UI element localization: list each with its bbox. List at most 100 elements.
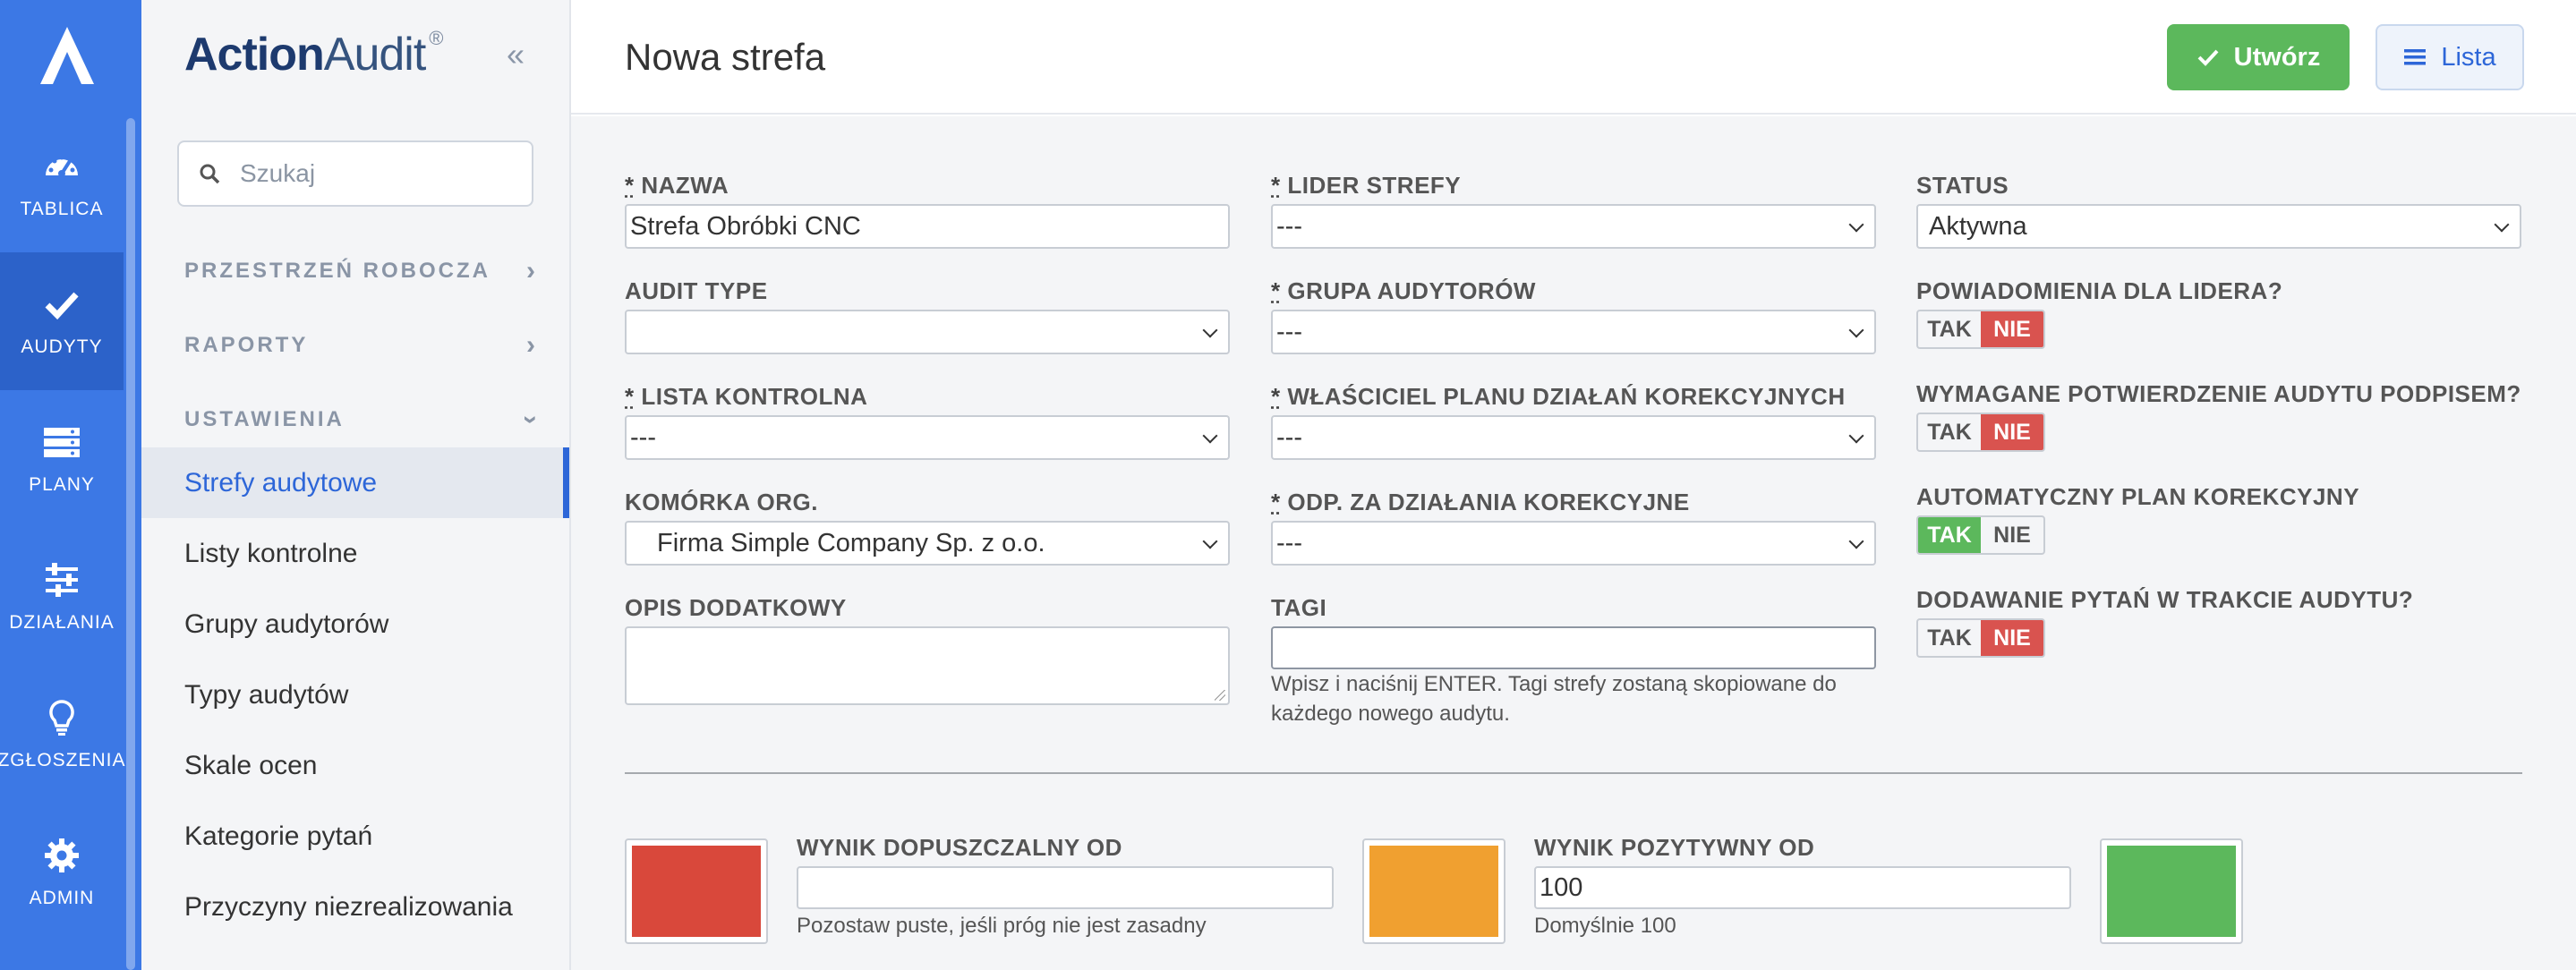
add-questions-toggle[interactable]: TAK NIE <box>1916 618 2045 658</box>
leader-notifications-toggle[interactable]: TAK NIE <box>1916 310 2045 349</box>
extra-desc-textarea[interactable] <box>625 626 1230 705</box>
menu-item-non-completion-reasons[interactable]: Przyczyny niezrealizowania <box>141 872 569 942</box>
status-select[interactable]: Aktywna <box>1916 204 2521 249</box>
zone-leader-select[interactable]: --- <box>1271 204 1876 249</box>
collapse-sidebar-icon[interactable]: « <box>507 36 525 73</box>
section-settings[interactable]: USTAWIENIA › <box>184 404 546 435</box>
required-mark: * <box>1271 383 1281 410</box>
required-mark: * <box>625 172 635 199</box>
auditor-group-label: * GRUPA AUDYTORÓW <box>1271 277 1536 305</box>
list-button[interactable]: Lista <box>2376 24 2524 90</box>
rail-label: ZGŁOSZENIA <box>0 750 126 770</box>
chevron-right-icon: › <box>526 256 535 285</box>
brand-name-bold: Action <box>184 29 325 81</box>
acceptable-score-help: Pozostaw puste, jeśli próg nie jest zasa… <box>797 914 1207 938</box>
status-label: STATUS <box>1916 172 2009 199</box>
app-logo-icon[interactable] <box>35 23 99 88</box>
menu-item-audit-types[interactable]: Typy audytów <box>141 659 569 730</box>
sliders-icon <box>46 563 78 597</box>
create-button[interactable]: Utwórz <box>2167 24 2350 90</box>
brand-name-light: Audit <box>323 29 427 81</box>
section-label: USTAWIENIA <box>184 407 345 431</box>
dashboard-icon <box>46 155 78 177</box>
required-mark: * <box>1271 277 1281 304</box>
toggle-yes[interactable]: TAK <box>1918 311 1981 347</box>
color-swatch-red[interactable] <box>625 838 768 944</box>
menu-item-auditor-groups[interactable]: Grupy audytorów <box>141 589 569 659</box>
menu-item-rating-scales[interactable]: Skale ocen <box>141 730 569 801</box>
form-area: * NAZWA Strefa Obróbki CNC AUDIT TYPE * … <box>571 116 2576 970</box>
chevron-down-icon: › <box>516 415 546 424</box>
positive-score-input[interactable]: 100 <box>1534 866 2071 909</box>
corrective-resp-select[interactable]: --- <box>1271 521 1876 566</box>
toggle-yes[interactable]: TAK <box>1918 620 1981 656</box>
toggle-no[interactable]: NIE <box>1981 620 2043 656</box>
search-input[interactable] <box>240 159 508 188</box>
help-line: Wpisz i naciśnij ENTER. Tagi strefy zost… <box>1271 672 1837 696</box>
section-label: PRZESTRZEŃ ROBOCZA <box>184 259 490 283</box>
swatch-fill <box>632 846 761 937</box>
label-text: NAZWA <box>641 172 729 199</box>
search-box[interactable] <box>177 140 533 207</box>
positive-score-help: Domyślnie 100 <box>1534 914 1676 938</box>
name-label: * NAZWA <box>625 172 729 200</box>
rail-item-audits[interactable]: AUDYTY <box>0 252 124 390</box>
rail-item-dashboard[interactable]: TABLICA <box>0 115 124 252</box>
auditor-group-select[interactable]: --- <box>1271 310 1876 354</box>
menu-item-question-categories[interactable]: Kategorie pytań <box>141 801 569 872</box>
toggle-no[interactable]: NIE <box>1981 311 2043 347</box>
org-unit-select[interactable]: Firma Simple Company Sp. z o.o. <box>625 521 1230 566</box>
menu-item-audit-zones[interactable]: Strefy audytowe <box>141 447 569 518</box>
rail-item-reports[interactable]: ZGŁOSZENIA <box>0 666 126 804</box>
section-label: RAPORTY <box>184 333 309 357</box>
color-swatch-green[interactable] <box>2100 838 2243 944</box>
create-button-label: Utwórz <box>2233 42 2321 72</box>
signature-required-label: WYMAGANE POTWIERDZENIE AUDYTU PODPISEM? <box>1916 380 2521 407</box>
add-questions-label: DODAWANIE PYTAŃ W TRAKCIE AUDYTU? <box>1916 586 2414 613</box>
toggle-no[interactable]: NIE <box>1981 414 2043 450</box>
lightbulb-icon <box>49 700 74 736</box>
required-mark: * <box>1271 489 1281 515</box>
tags-help: Wpisz i naciśnij ENTER. Tagi strefy zost… <box>1271 669 1837 728</box>
label-text: LISTA KONTROLNA <box>641 383 868 410</box>
signature-required-toggle[interactable]: TAK NIE <box>1916 413 2045 452</box>
required-mark: * <box>625 383 635 410</box>
rail-item-actions[interactable]: DZIAŁANIA <box>0 528 124 666</box>
chevron-right-icon: › <box>526 330 535 360</box>
checklist-label: * LISTA KONTROLNA <box>625 383 867 411</box>
page-title: Nowa strefa <box>625 36 826 78</box>
rail-item-admin[interactable]: ADMIN <box>0 804 124 941</box>
toggle-no[interactable]: NIE <box>1981 517 2043 553</box>
section-divider <box>625 772 2522 774</box>
checklist-select[interactable]: --- <box>625 415 1230 460</box>
acceptable-score-input[interactable] <box>797 866 1334 909</box>
positive-score-label: WYNIK POZYTYWNY OD <box>1534 834 1815 861</box>
menu-item-checklists[interactable]: Listy kontrolne <box>141 518 569 589</box>
org-unit-label: KOMÓRKA ORG. <box>625 489 818 515</box>
name-input[interactable]: Strefa Obróbki CNC <box>625 204 1230 249</box>
rail-item-plans[interactable]: PLANY <box>0 390 124 528</box>
toggle-yes[interactable]: TAK <box>1918 517 1981 553</box>
color-swatch-orange[interactable] <box>1362 838 1506 944</box>
rail-scrollbar[interactable] <box>126 118 135 970</box>
list-button-label: Lista <box>2441 42 2496 72</box>
toggle-yes[interactable]: TAK <box>1918 414 1981 450</box>
check-icon <box>2197 49 2219 66</box>
audit-type-select[interactable] <box>625 310 1230 354</box>
auto-corrective-plan-toggle[interactable]: TAK NIE <box>1916 515 2045 555</box>
section-reports[interactable]: RAPORTY › <box>184 330 535 361</box>
sidebar: ActionAudit® « PRZESTRZEŃ ROBOCZA › RAPO… <box>141 0 571 970</box>
brand-logo[interactable]: ActionAudit ® <box>184 27 444 81</box>
tags-label: TAGI <box>1271 594 1327 621</box>
rail-label: ADMIN <box>29 888 95 908</box>
auto-corrective-plan-label: AUTOMATYCZNY PLAN KOREKCYJNY <box>1916 483 2360 510</box>
required-mark: * <box>1271 172 1281 199</box>
rail-label: PLANY <box>29 474 95 495</box>
plan-owner-select[interactable]: --- <box>1271 415 1876 460</box>
rail-label: DZIAŁANIA <box>9 612 115 633</box>
acceptable-score-label: WYNIK DOPUSZCZALNY OD <box>797 834 1122 861</box>
tags-input[interactable] <box>1271 626 1876 669</box>
rail-label: TABLICA <box>20 199 104 219</box>
server-icon <box>44 428 80 457</box>
section-workspace[interactable]: PRZESTRZEŃ ROBOCZA › <box>184 256 535 286</box>
